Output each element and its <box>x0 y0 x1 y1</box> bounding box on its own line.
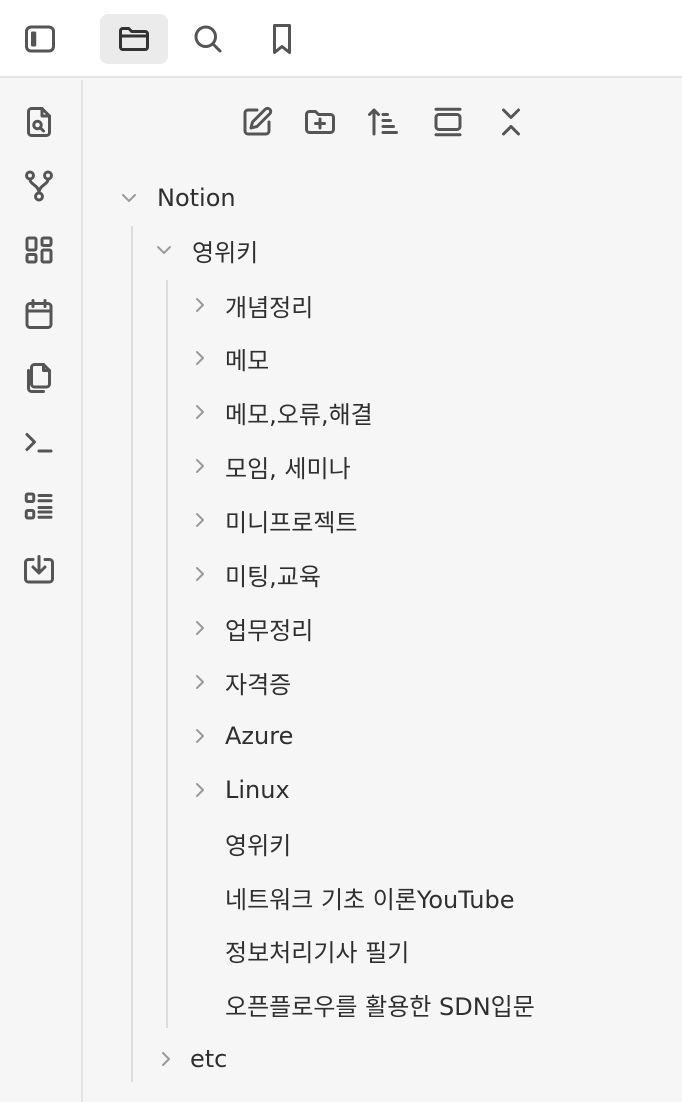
left-ribbon <box>0 80 83 1102</box>
chevron-right-icon <box>190 726 210 746</box>
collapse-all-icon <box>502 108 520 136</box>
chevron-down-icon <box>154 240 174 260</box>
auto-reveal-button[interactable] <box>428 102 468 142</box>
folder-notion[interactable]: Notion <box>119 178 236 218</box>
folder-label: Linux <box>225 776 290 804</box>
copy-icon <box>27 363 51 393</box>
new-folder-icon <box>305 110 335 134</box>
file-item[interactable]: 영위키 <box>225 823 291 863</box>
top-bar <box>0 0 682 78</box>
folder-label: 모임, 세미나 <box>225 454 351 483</box>
importer-button[interactable] <box>19 550 59 590</box>
search-tab-button[interactable] <box>174 14 242 64</box>
folder-item[interactable]: Azure <box>190 716 293 756</box>
templates-button[interactable] <box>19 358 59 398</box>
file-item[interactable]: 정보처리기사 필기 <box>225 930 409 970</box>
graph-view-button[interactable] <box>19 166 59 206</box>
file-label: 정보처리기사 필기 <box>225 938 410 967</box>
folder-icon <box>119 27 149 51</box>
bookmark-icon <box>273 24 291 54</box>
new-note-button[interactable] <box>237 102 277 142</box>
file-label: 네트워크 기초 이론YouTube <box>225 885 515 914</box>
dashboard-icon <box>25 236 53 264</box>
chevron-right-icon <box>190 295 210 315</box>
folder-label: 자격증 <box>225 670 292 699</box>
folder-label: etc <box>190 1045 228 1073</box>
folder-item[interactable]: 미팅,교육 <box>190 554 321 594</box>
folder-youngwiki[interactable]: 영위키 <box>154 230 258 270</box>
chevron-right-icon <box>190 402 210 422</box>
chevron-right-icon <box>190 348 210 368</box>
folder-item[interactable]: 모임, 세미나 <box>190 446 351 486</box>
folder-label: 영위키 <box>192 238 259 267</box>
chevron-right-icon <box>190 510 210 530</box>
new-folder-button[interactable] <box>300 102 340 142</box>
folder-item[interactable]: 미니프로젝트 <box>190 500 357 540</box>
sort-icon <box>368 108 398 136</box>
file-label: 영위키 <box>225 831 292 860</box>
chevron-right-icon <box>190 618 210 638</box>
sidebar-toggle-icon <box>25 25 55 53</box>
folder-label: 업무정리 <box>225 616 314 645</box>
files-tab-button[interactable] <box>100 14 168 64</box>
list-icon <box>24 492 53 520</box>
file-explorer: Notion 영위키 개념정리 메모 메모,오류,해결 모임, 세미나 미니프로… <box>85 80 682 1102</box>
folder-etc[interactable]: etc <box>156 1039 227 1079</box>
folder-label: 메모 <box>225 346 270 375</box>
bookmarks-tab-button[interactable] <box>248 14 316 64</box>
calendar-icon <box>25 299 53 329</box>
folder-label: 개념정리 <box>225 293 314 322</box>
command-palette-button[interactable] <box>19 422 59 462</box>
folder-item[interactable]: 자격증 <box>190 662 291 702</box>
sort-button[interactable] <box>363 102 403 142</box>
folder-label: Notion <box>157 184 236 212</box>
chevron-right-icon <box>190 564 210 584</box>
chevron-down-icon <box>119 188 139 208</box>
chevron-right-icon <box>190 456 210 476</box>
file-label: 오픈플로우를 활용한 SDN입문 <box>225 992 535 1021</box>
daily-note-button[interactable] <box>19 294 59 334</box>
download-icon <box>24 555 54 584</box>
git-branch-icon <box>25 170 53 202</box>
folder-label: 메모,오류,해결 <box>225 400 373 429</box>
chevron-right-icon <box>190 780 210 800</box>
file-item[interactable]: 오픈플로우를 활용한 SDN입문 <box>225 984 535 1024</box>
collapse-view-icon <box>434 107 462 137</box>
terminal-icon <box>25 433 53 453</box>
folder-item[interactable]: 메모,오류,해결 <box>190 392 373 432</box>
search-icon <box>194 25 222 53</box>
sidebar-toggle-button[interactable] <box>6 14 74 64</box>
folder-label: 미니프로젝트 <box>225 508 358 537</box>
folder-label: 미팅,교육 <box>225 562 321 591</box>
quick-switcher-button[interactable] <box>19 102 59 142</box>
file-item[interactable]: 네트워크 기초 이론YouTube <box>225 877 515 917</box>
canvas-button[interactable] <box>19 230 59 270</box>
new-note-icon <box>243 106 273 136</box>
folder-item[interactable]: 업무정리 <box>190 608 313 648</box>
chevron-right-icon <box>156 1049 176 1069</box>
indent-guide <box>166 280 168 1028</box>
folder-label: Azure <box>225 722 294 750</box>
folder-item[interactable]: 개념정리 <box>190 285 313 325</box>
outline-button[interactable] <box>19 486 59 526</box>
folder-item[interactable]: 메모 <box>190 338 269 378</box>
folder-item[interactable]: Linux <box>190 770 290 810</box>
indent-guide <box>131 226 133 1082</box>
chevron-right-icon <box>190 672 210 692</box>
collapse-all-button[interactable] <box>491 102 531 142</box>
file-search-icon <box>27 107 51 137</box>
